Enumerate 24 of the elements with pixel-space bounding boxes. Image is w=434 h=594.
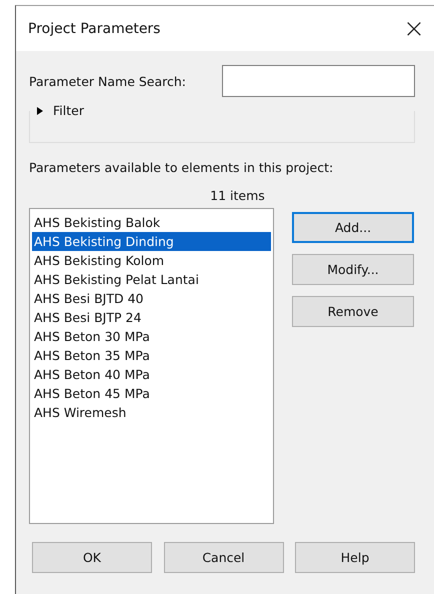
caret-right-icon xyxy=(36,106,43,114)
search-label: Parameter Name Search: xyxy=(29,74,186,88)
list-item[interactable]: AHS Bekisting Dinding xyxy=(32,232,271,251)
list-item[interactable]: AHS Bekisting Kolom xyxy=(32,251,271,270)
dialog-button[interactable]: OK xyxy=(32,542,152,573)
list-item[interactable]: AHS Besi BJTP 24 xyxy=(32,308,271,327)
list-item[interactable]: AHS Beton 35 MPa xyxy=(32,346,271,365)
list-item[interactable]: AHS Wiremesh xyxy=(32,403,271,422)
action-button[interactable]: Modify... xyxy=(292,254,414,285)
action-button[interactable]: Add... xyxy=(292,212,414,243)
item-count: 11 items xyxy=(209,188,266,203)
search-field[interactable] xyxy=(222,65,415,97)
list-item[interactable]: AHS Beton 45 MPa xyxy=(32,384,271,403)
dialog-button[interactable]: Help xyxy=(295,542,415,573)
list-caption: Parameters available to elements in this project: xyxy=(29,160,334,175)
close-button[interactable]: × xyxy=(394,8,434,48)
action-button[interactable]: Remove xyxy=(292,296,414,327)
list-item[interactable]: AHS Beton 30 MPa xyxy=(32,327,271,346)
list-item[interactable]: AHS Bekisting Balok xyxy=(32,213,271,232)
window-title: Project Parameters xyxy=(28,20,160,36)
list-item[interactable]: AHS Beton 40 MPa xyxy=(32,365,271,384)
list-item[interactable]: AHS Bekisting Pelat Lantai xyxy=(32,270,271,289)
list-item[interactable]: AHS Besi BJTD 40 xyxy=(32,289,271,308)
dialog-button[interactable]: Cancel xyxy=(164,542,284,573)
